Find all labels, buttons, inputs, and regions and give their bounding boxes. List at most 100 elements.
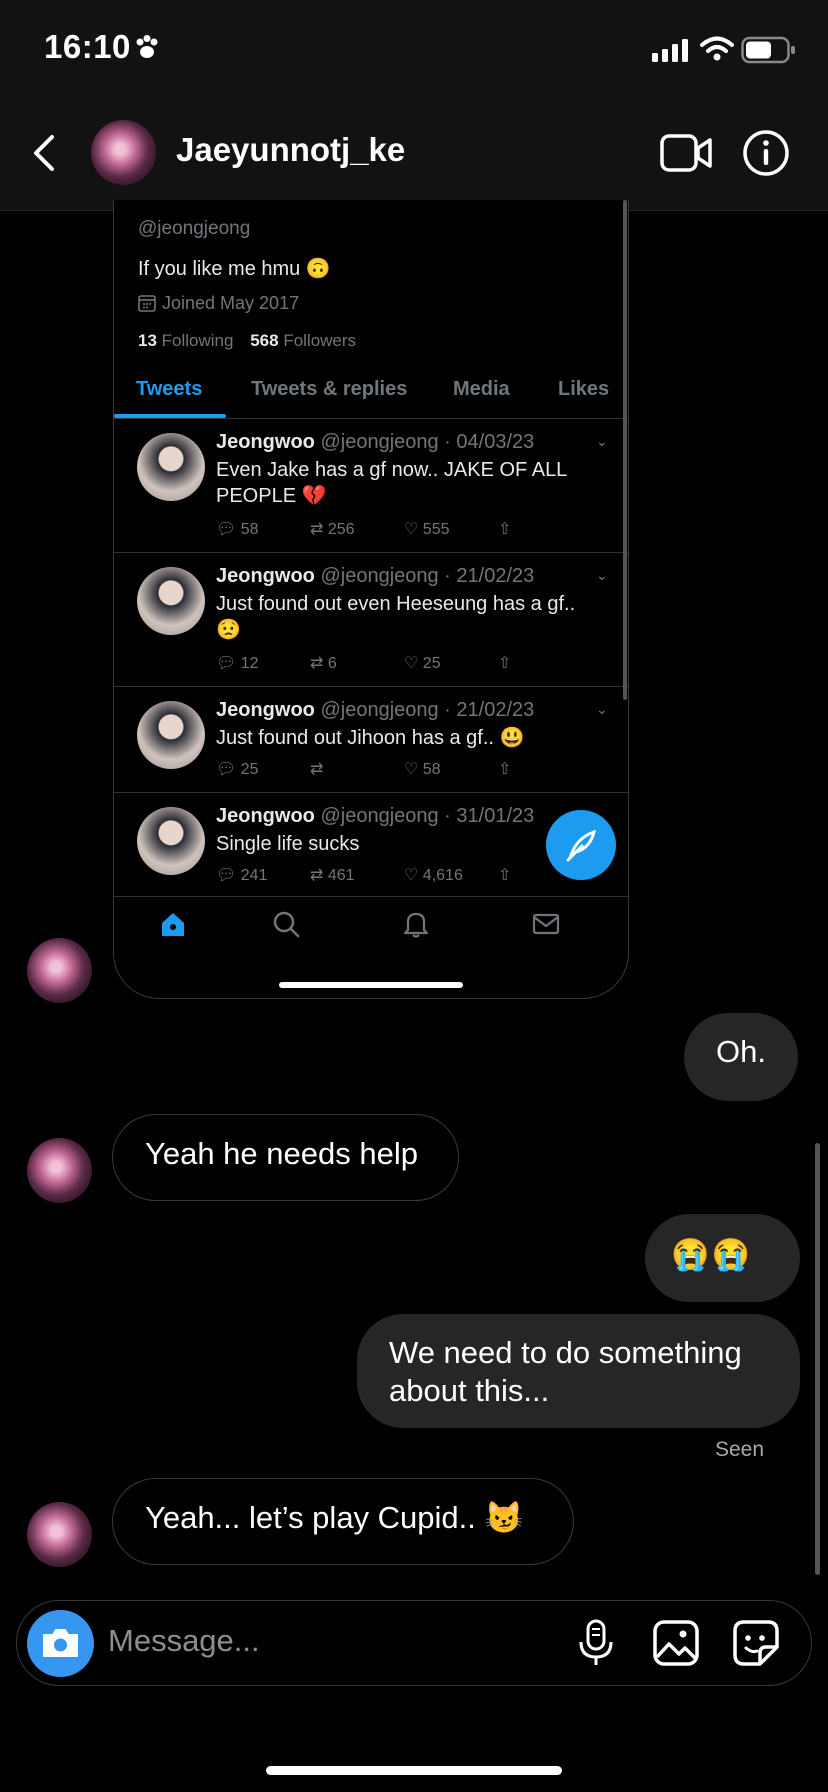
heart-icon: ♡ bbox=[404, 655, 419, 672]
retweet-icon: ⇄ bbox=[310, 867, 324, 884]
screenshot-scrollbar bbox=[623, 200, 627, 700]
heart-icon: ♡ bbox=[404, 521, 419, 538]
tweet-avatar bbox=[137, 433, 205, 501]
home-icon[interactable] bbox=[158, 909, 188, 939]
retweet-icon: ⇄ bbox=[310, 521, 324, 538]
reply-icon: 💬︎ bbox=[216, 761, 237, 778]
share-icon[interactable]: ⇧ bbox=[498, 653, 511, 673]
share-icon[interactable]: ⇧ bbox=[498, 759, 511, 779]
gallery-icon[interactable] bbox=[652, 1619, 700, 1667]
reply-icon: 💬︎ bbox=[216, 655, 237, 672]
chevron-down-icon[interactable]: ⌄ bbox=[596, 567, 608, 584]
tweet-meta: @jeongjeong · 21/02/23 bbox=[320, 565, 535, 587]
following-count: 13 bbox=[138, 331, 157, 350]
retweet-count: 256 bbox=[327, 521, 355, 538]
chevron-down-icon[interactable]: ⌄ bbox=[596, 701, 608, 718]
retweet-icon: ⇄ bbox=[310, 761, 324, 778]
tweet-meta: @jeongjeong · 31/01/23 bbox=[320, 805, 535, 827]
reply-action[interactable]: 💬︎ 25 bbox=[216, 759, 259, 779]
tweet-author: Jeongwoo bbox=[216, 565, 315, 587]
retweet-icon: ⇄ bbox=[310, 655, 324, 672]
compose-tweet-button[interactable] bbox=[546, 810, 616, 880]
tweet-meta: @jeongjeong · 04/03/23 bbox=[320, 431, 535, 453]
reply-count: 25 bbox=[240, 761, 259, 778]
retweet-count: 461 bbox=[327, 867, 355, 884]
message-bubble-sent[interactable]: We need to do something about this... bbox=[357, 1314, 800, 1428]
camera-button[interactable] bbox=[27, 1610, 94, 1677]
follow-stats: 13 Following 568 Followers bbox=[138, 331, 356, 351]
contact-username[interactable]: Jaeyunnotj_ke bbox=[176, 131, 405, 169]
heart-icon: ♡ bbox=[404, 761, 419, 778]
tweet-avatar bbox=[137, 807, 205, 875]
tweet-header: Jeongwoo @jeongjeong · 31/01/23 bbox=[216, 805, 534, 828]
sticker-icon[interactable] bbox=[732, 1619, 780, 1667]
paw-icon bbox=[136, 35, 158, 58]
tweet-text: Even Jake has a gf now.. JAKE OF ALL PEO… bbox=[216, 459, 567, 507]
followers-count: 568 bbox=[250, 331, 279, 350]
retweet-count: 6 bbox=[327, 655, 337, 672]
joined-date: Joined May 2017 bbox=[162, 293, 300, 313]
sender-avatar[interactable] bbox=[27, 1138, 92, 1203]
bio-text: If you like me hmu bbox=[138, 258, 301, 280]
chevron-down-icon[interactable]: ⌄ bbox=[596, 433, 608, 450]
tweet-avatar bbox=[137, 567, 205, 635]
sender-avatar[interactable] bbox=[27, 938, 92, 1003]
like-action[interactable]: ♡ 58 bbox=[404, 759, 441, 779]
reply-action[interactable]: 💬︎ 58 bbox=[216, 519, 259, 539]
retweet-action[interactable]: ⇄ 256 bbox=[310, 519, 355, 539]
shared-screenshot[interactable]: @jeongjeong If you like me hmu 🙃 Joined … bbox=[113, 200, 629, 999]
reply-count: 58 bbox=[240, 521, 259, 538]
bell-icon[interactable] bbox=[401, 909, 431, 939]
reply-action[interactable]: 💬︎ 12 bbox=[216, 653, 259, 673]
profile-handle: @jeongjeong bbox=[138, 218, 251, 239]
retweet-action[interactable]: ⇄ bbox=[310, 759, 323, 779]
tweet-avatar bbox=[137, 701, 205, 769]
home-indicator bbox=[266, 1766, 562, 1775]
message-bubble-received[interactable]: Yeah he needs help bbox=[112, 1114, 459, 1201]
reply-action[interactable]: 💬︎ 241 bbox=[216, 865, 267, 885]
reply-icon: 💬︎ bbox=[216, 521, 237, 538]
back-arrow-icon[interactable] bbox=[30, 134, 58, 172]
profile-bio: If you like me hmu 🙃 bbox=[138, 256, 331, 281]
like-action[interactable]: ♡ 4,616 bbox=[404, 865, 463, 885]
bio-emoji: 🙃 bbox=[305, 258, 331, 280]
reply-count: 12 bbox=[240, 655, 259, 672]
message-bubble-received[interactable]: Yeah... let’s play Cupid.. 😼 bbox=[112, 1478, 574, 1565]
reply-icon: 💬︎ bbox=[216, 867, 237, 884]
following-label: Following bbox=[161, 331, 234, 350]
feather-icon bbox=[566, 829, 597, 862]
like-action[interactable]: ♡ 25 bbox=[404, 653, 441, 673]
share-icon[interactable]: ⇧ bbox=[498, 865, 511, 885]
retweet-action[interactable]: ⇄ 6 bbox=[310, 653, 337, 673]
video-call-icon[interactable] bbox=[660, 132, 712, 174]
tab-tweets[interactable]: Tweets bbox=[136, 378, 202, 401]
tweet-meta: @jeongjeong · 21/02/23 bbox=[320, 699, 535, 721]
tweet-text: Just found out Jihoon has a gf.. 😃 bbox=[216, 727, 525, 749]
tweet-item[interactable]: Jeongwoo @jeongjeong · 21/02/23 ⌄ Just f… bbox=[114, 686, 628, 793]
like-count: 4,616 bbox=[422, 867, 463, 884]
followers-label: Followers bbox=[283, 331, 357, 350]
tab-tweets-replies[interactable]: Tweets & replies bbox=[251, 378, 407, 401]
tweet-author: Jeongwoo bbox=[216, 431, 315, 453]
retweet-action[interactable]: ⇄ 461 bbox=[310, 865, 355, 885]
like-action[interactable]: ♡ 555 bbox=[404, 519, 450, 539]
tweet-item[interactable]: Jeongwoo @jeongjeong · 21/02/23 ⌄ Just f… bbox=[114, 552, 628, 687]
mail-icon[interactable] bbox=[531, 910, 561, 938]
battery-icon bbox=[741, 36, 795, 64]
heart-icon: ♡ bbox=[404, 867, 419, 884]
sender-avatar[interactable] bbox=[27, 1502, 92, 1567]
tweet-item[interactable]: Jeongwoo @jeongjeong · 04/03/23 ⌄ Even J… bbox=[114, 418, 628, 553]
share-icon[interactable]: ⇧ bbox=[498, 519, 511, 539]
microphone-icon[interactable] bbox=[575, 1618, 617, 1668]
tweet-header: Jeongwoo @jeongjeong · 21/02/23 bbox=[216, 565, 534, 588]
search-icon[interactable] bbox=[271, 909, 301, 939]
tweet-header: Jeongwoo @jeongjeong · 04/03/23 bbox=[216, 431, 534, 454]
message-bubble-sent[interactable]: 😭😭 bbox=[645, 1214, 800, 1302]
info-icon[interactable] bbox=[742, 129, 790, 177]
tab-likes[interactable]: Likes bbox=[558, 378, 609, 401]
message-bubble-sent[interactable]: Oh. bbox=[684, 1013, 798, 1101]
wifi-icon bbox=[700, 36, 734, 61]
contact-avatar[interactable] bbox=[91, 120, 156, 185]
message-input[interactable]: Message... bbox=[108, 1623, 260, 1659]
tab-media[interactable]: Media bbox=[453, 378, 510, 401]
